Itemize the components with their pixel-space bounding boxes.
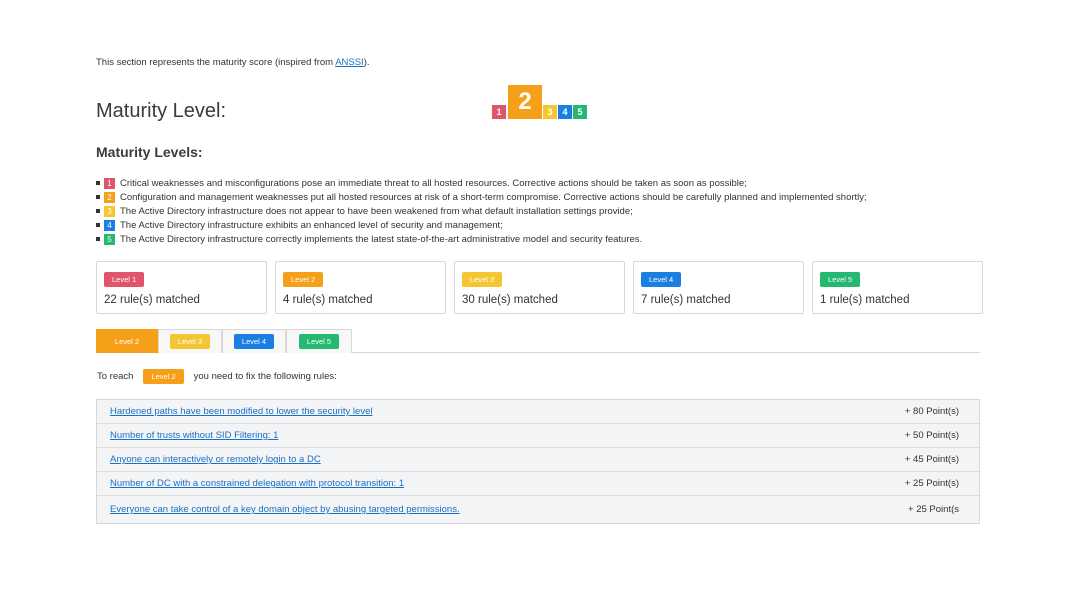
rule-link[interactable]: Everyone can take control of a key domai… <box>110 504 460 515</box>
level-description: The Active Directory infrastructure exhi… <box>120 219 503 231</box>
rule-row: Number of trusts without SID Filtering: … <box>97 424 979 448</box>
rule-link[interactable]: Number of trusts without SID Filtering: … <box>110 430 278 441</box>
level-badge-3: 3 <box>104 205 115 217</box>
tab-level-3[interactable]: Level 3 <box>158 329 222 353</box>
list-item: 5 The Active Directory infrastructure cor… <box>96 232 867 246</box>
level-badge-1: 1 <box>104 177 115 189</box>
level-description: Configuration and management weaknesses … <box>120 191 867 203</box>
list-item: 4 The Active Directory infrastructure exh… <box>96 218 867 232</box>
rule-points: + 80 Point(s) <box>904 406 959 417</box>
level-description: The Active Directory infrastructure does… <box>120 205 633 217</box>
rules-matched-count: 22 rule(s) matched <box>104 294 200 306</box>
level-badge: Level 3 <box>462 272 503 287</box>
rules-matched-count: 7 rule(s) matched <box>641 294 731 306</box>
rule-row: Everyone can take control of a key domai… <box>97 496 979 523</box>
rule-link[interactable]: Hardened paths have been modified to low… <box>110 406 372 417</box>
tab-level-5[interactable]: Level 5 <box>286 329 352 353</box>
level-card-5: Level 5 1 rule(s) matched <box>812 261 983 314</box>
rule-row: Anyone can interactively or remotely log… <box>97 448 979 472</box>
bullet-icon <box>96 223 100 227</box>
intro-text: This section represents the maturity sco… <box>96 57 370 68</box>
tab-badge: Level 2 <box>114 337 140 346</box>
rule-link[interactable]: Number of DC with a constrained delegati… <box>110 478 404 489</box>
level-badge: Level 5 <box>820 272 861 287</box>
rule-link[interactable]: Anyone can interactively or remotely log… <box>110 454 321 465</box>
list-item: 1 Critical weaknesses and misconfiguratio… <box>96 176 867 190</box>
maturity-level-title: Maturity Level: <box>96 100 227 122</box>
anssi-link[interactable]: ANSSI <box>335 57 364 68</box>
scale-level-3: 3 <box>543 105 557 119</box>
level-card-1: Level 1 22 rule(s) matched <box>96 261 267 314</box>
rule-row: Hardened paths have been modified to low… <box>97 400 979 424</box>
tab-badge: Level 5 <box>298 334 340 349</box>
level-tabs: Level 2 Level 3 Level 4 Level 5 <box>96 329 980 353</box>
reach-after: you need to fix the following rules: <box>193 371 337 382</box>
level-badge-4: 4 <box>104 219 115 231</box>
tab-badge: Level 3 <box>169 334 211 349</box>
tab-level-4[interactable]: Level 4 <box>222 329 286 353</box>
reach-before: To reach <box>97 371 134 382</box>
maturity-levels-title: Maturity Levels: <box>96 144 203 160</box>
list-item: 3 The Active Directory infrastructure doe… <box>96 204 867 218</box>
scale-level-4: 4 <box>558 105 572 119</box>
intro-text-before: This section represents the maturity sco… <box>96 57 336 68</box>
rules-matched-count: 4 rule(s) matched <box>283 294 373 306</box>
rules-matched-count: 30 rule(s) matched <box>462 294 558 306</box>
level-card-3: Level 3 30 rule(s) matched <box>454 261 625 314</box>
level-badge: Level 1 <box>104 272 145 287</box>
rule-points: + 25 Point(s <box>908 504 959 515</box>
rule-points: + 25 Point(s) <box>904 478 959 489</box>
level-description: Critical weaknesses and misconfiguration… <box>120 177 747 189</box>
bullet-icon <box>96 195 100 199</box>
rule-points: + 45 Point(s) <box>904 454 959 465</box>
rules-list: Hardened paths have been modified to low… <box>96 399 980 524</box>
level-badge: Level 2 <box>283 272 324 287</box>
reach-statement: To reach Level 2 you need to fix the fol… <box>97 369 337 384</box>
bullet-icon <box>96 237 100 241</box>
level-badge: Level 4 <box>641 272 682 287</box>
tab-level-2[interactable]: Level 2 <box>96 329 158 353</box>
scale-level-5: 5 <box>573 105 587 119</box>
scale-level-1: 1 <box>492 105 506 119</box>
level-cards: Level 1 22 rule(s) matched Level 2 4 rule(… <box>96 261 983 314</box>
intro-text-after: ). <box>363 57 370 68</box>
rules-matched-count: 1 rule(s) matched <box>820 294 910 306</box>
scale-level-2-current: 2 <box>508 85 542 119</box>
maturity-levels-list: 1 Critical weaknesses and misconfiguratio… <box>96 176 867 246</box>
level-card-2: Level 2 4 rule(s) matched <box>275 261 446 314</box>
rule-points: + 50 Point(s) <box>904 430 959 441</box>
level-card-4: Level 4 7 rule(s) matched <box>633 261 804 314</box>
level-description: The Active Directory infrastructure corr… <box>120 233 643 245</box>
rule-row: Number of DC with a constrained delegati… <box>97 472 979 496</box>
bullet-icon <box>96 181 100 185</box>
reach-level-badge: Level 2 <box>143 369 184 384</box>
bullet-icon <box>96 209 100 213</box>
level-badge-2: 2 <box>104 191 115 203</box>
level-badge-5: 5 <box>104 233 115 245</box>
tab-badge: Level 4 <box>233 334 275 349</box>
list-item: 2 Configuration and management weaknesses… <box>96 190 867 204</box>
